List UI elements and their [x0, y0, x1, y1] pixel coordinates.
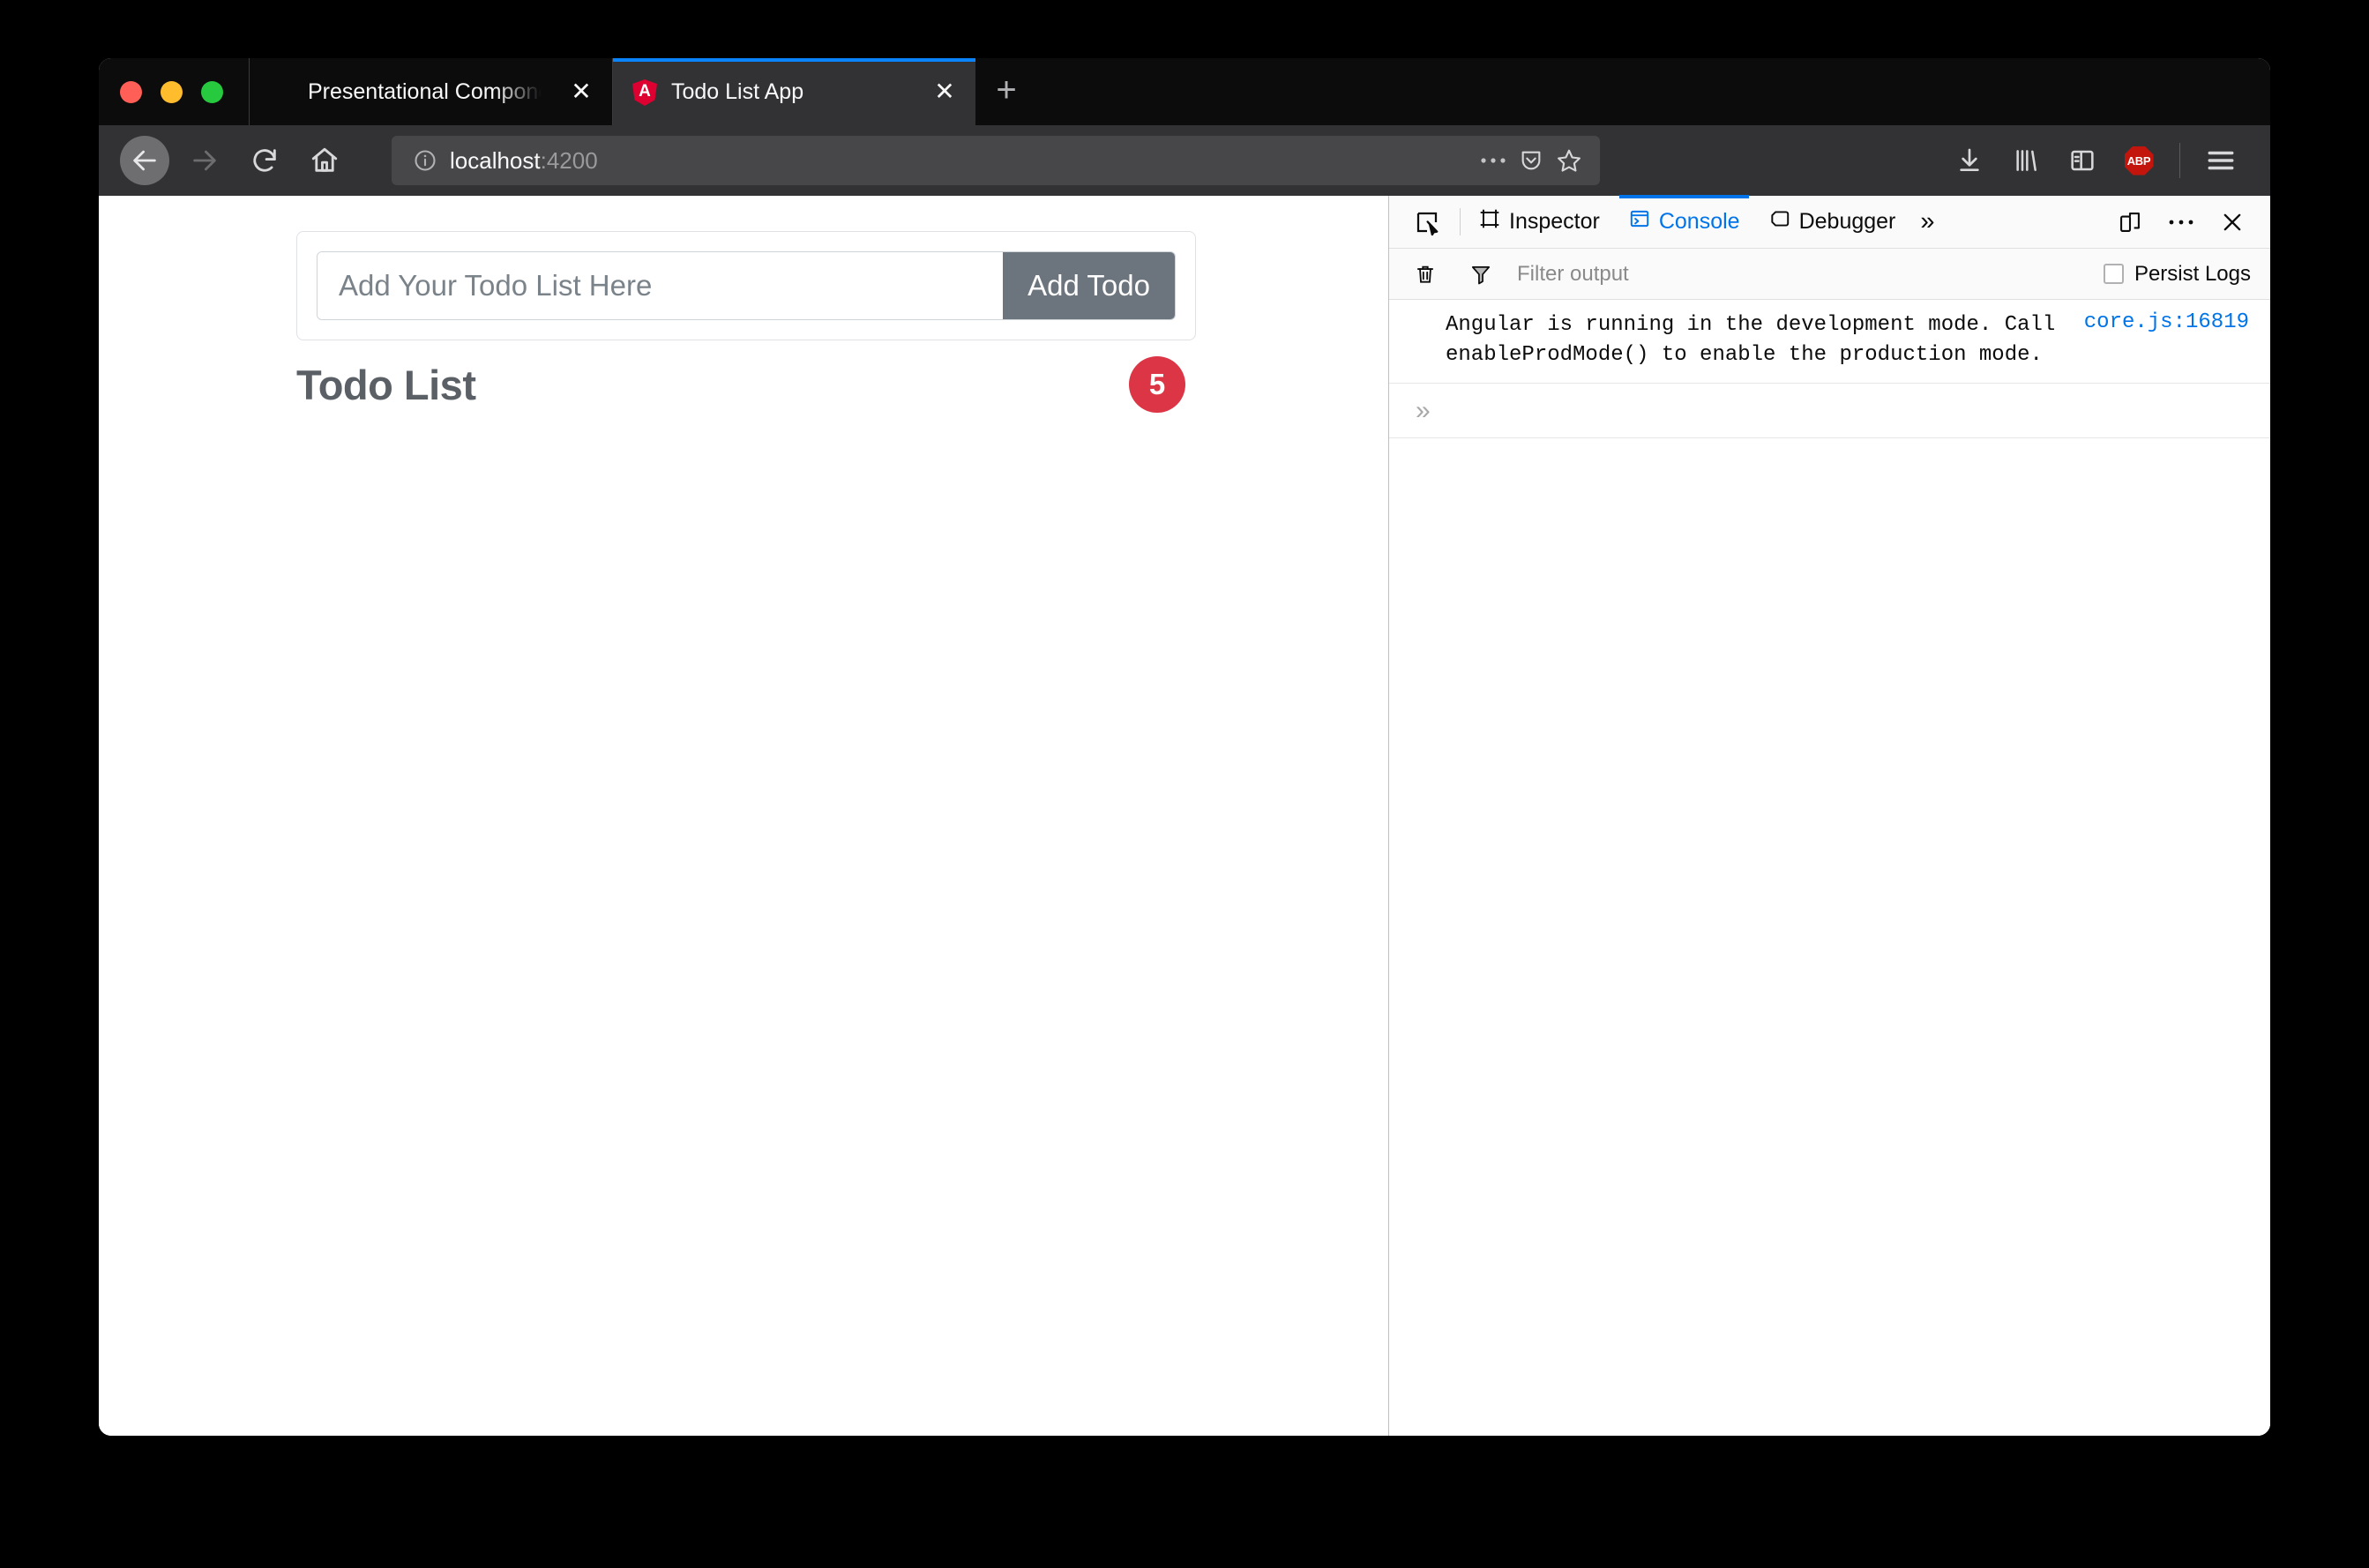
todo-input-group: Add Todo — [317, 251, 1176, 320]
tab-console[interactable]: Console — [1614, 195, 1754, 248]
back-arrow-icon[interactable] — [120, 136, 169, 185]
browser-window: Presentational Component - To ✕ A Todo L… — [99, 58, 2270, 1436]
funnel-icon[interactable] — [1457, 250, 1505, 298]
close-devtools-button[interactable] — [2208, 198, 2256, 246]
persist-logs-checkbox[interactable] — [2103, 264, 2124, 284]
angular-icon: A — [632, 79, 657, 106]
pocket-icon[interactable] — [1519, 148, 1543, 173]
responsive-design-mode-icon[interactable] — [2106, 198, 2154, 246]
navigation-toolbar: localhost:4200 ABP — [99, 125, 2270, 196]
url-host: localhost — [450, 146, 541, 174]
hamburger-menu-icon[interactable] — [2193, 136, 2249, 185]
element-picker-icon[interactable] — [1398, 196, 1456, 248]
devtools-meatball-menu-button[interactable] — [2157, 198, 2205, 246]
minimize-window-button[interactable] — [161, 80, 183, 103]
star-icon[interactable] — [1556, 147, 1582, 174]
close-window-button[interactable] — [120, 80, 142, 103]
new-tab-button[interactable]: + — [975, 58, 1037, 125]
todo-card: Add Todo — [296, 231, 1196, 340]
devtools-panel: Inspector Console Debugger » Filter outp… — [1388, 195, 2270, 1436]
persist-logs-control[interactable]: Persist Logs — [2103, 261, 2270, 287]
devtools-toolbar-actions — [2106, 196, 2270, 248]
browser-tab-todo-list-app[interactable]: A Todo List App ✕ — [612, 58, 975, 125]
library-icon[interactable] — [1998, 136, 2054, 185]
tab-debugger[interactable]: Debugger — [1754, 196, 1910, 248]
console-message-text: Angular is running in the development mo… — [1446, 313, 2056, 368]
console-empty-area — [1389, 438, 2270, 1436]
todo-input[interactable] — [318, 252, 1004, 319]
chevron-right-icon: » — [1416, 395, 1431, 425]
console-message-source-link[interactable]: core.js:16819 — [2084, 310, 2249, 334]
zoom-window-button[interactable] — [201, 80, 223, 103]
persist-logs-label: Persist Logs — [2134, 261, 2251, 286]
tab-label: Console — [1658, 209, 1740, 234]
url-text[interactable]: localhost:4200 — [450, 147, 1468, 175]
url-port: :4200 — [540, 146, 598, 174]
adblock-badge-label: ABP — [2124, 146, 2154, 175]
toolbar-divider — [1460, 208, 1461, 235]
console-message-row[interactable]: Angular is running in the development mo… — [1389, 300, 2270, 385]
adblock-plus-icon[interactable]: ABP — [2111, 136, 2167, 185]
console-filter-bar: Persist Logs — [1389, 249, 2270, 300]
toolbar-divider — [2179, 143, 2180, 178]
todo-count-badge: 5 — [1129, 356, 1185, 413]
tab-close-button[interactable]: ✕ — [563, 73, 600, 110]
window-controls — [99, 58, 249, 125]
debugger-icon — [1768, 207, 1791, 236]
devtools-toolbar: Inspector Console Debugger » — [1389, 195, 2270, 249]
tab-title: Presentational Component - To — [308, 78, 549, 104]
forward-arrow-icon[interactable] — [180, 136, 229, 185]
inspector-icon — [1478, 207, 1501, 236]
tab-inspector[interactable]: Inspector — [1464, 196, 1614, 248]
devtools-tabs-overflow-button[interactable]: » — [1909, 196, 1945, 248]
trash-icon[interactable] — [1401, 250, 1449, 298]
book-icon — [269, 79, 294, 104]
console-output: Angular is running in the development mo… — [1389, 300, 2270, 1436]
tab-close-button[interactable]: ✕ — [926, 73, 963, 110]
reload-icon[interactable] — [240, 136, 289, 185]
info-circle-icon[interactable] — [413, 148, 437, 173]
tab-title: Todo List App — [671, 78, 804, 104]
ellipsis-icon[interactable] — [1480, 156, 1506, 165]
console-input-row[interactable]: » — [1389, 384, 2270, 439]
page-title: Todo List — [296, 361, 476, 408]
tab-label: Debugger — [1798, 209, 1896, 234]
download-icon[interactable] — [1941, 136, 1998, 185]
sidebar-icon[interactable] — [2054, 136, 2111, 185]
browser-tab-presentational-component[interactable]: Presentational Component - To ✕ — [249, 58, 612, 125]
filter-output-input[interactable] — [1505, 261, 2104, 287]
web-page-content: Add Todo Todo List 5 — [99, 196, 1388, 1436]
tab-strip: Presentational Component - To ✕ A Todo L… — [99, 58, 2270, 125]
tab-label: Inspector — [1509, 209, 1600, 234]
url-bar[interactable]: localhost:4200 — [392, 136, 1600, 185]
home-icon[interactable] — [300, 136, 349, 185]
add-todo-button[interactable]: Add Todo — [1003, 252, 1175, 319]
viewport: Add Todo Todo List 5 — [99, 195, 2270, 1436]
todo-list-header: Todo List 5 — [296, 356, 1196, 413]
console-icon — [1628, 207, 1651, 236]
browser-toolbar-actions: ABP — [1906, 136, 2249, 185]
